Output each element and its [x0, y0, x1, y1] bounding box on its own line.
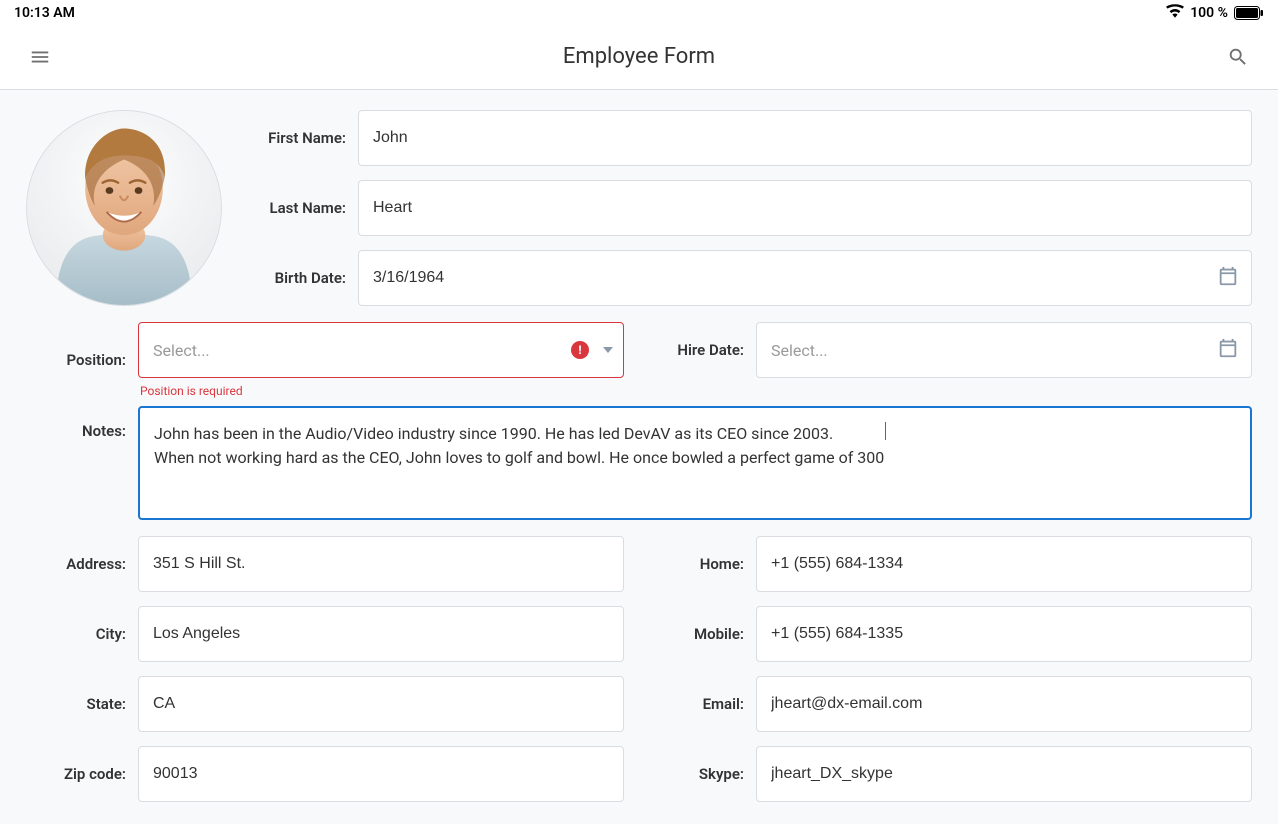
city-label: City:: [26, 625, 126, 643]
state-field[interactable]: [138, 676, 624, 732]
calendar-icon[interactable]: [1217, 337, 1239, 363]
birth-date-label: Birth Date:: [246, 269, 346, 287]
position-select[interactable]: Select... !: [138, 322, 624, 378]
address-field[interactable]: [138, 536, 624, 592]
form-page: First Name: Last Name: Birth Date:: [0, 90, 1278, 824]
email-input[interactable]: [771, 695, 1237, 713]
position-placeholder: Select...: [153, 341, 210, 360]
chevron-down-icon: [603, 347, 613, 353]
search-button[interactable]: [1220, 39, 1256, 75]
mobile-input[interactable]: [771, 625, 1237, 643]
last-name-field[interactable]: [358, 180, 1252, 236]
status-battery-pct: 100 %: [1190, 5, 1228, 21]
notes-text: John has been in the Audio/Video industr…: [154, 422, 884, 470]
zip-input[interactable]: [153, 765, 609, 783]
status-time: 10:13 AM: [14, 5, 75, 21]
first-name-label: First Name:: [246, 129, 346, 147]
last-name-input[interactable]: [373, 199, 1237, 217]
position-label: Position:: [26, 351, 126, 369]
position-error-text: Position is required: [140, 384, 624, 398]
battery-icon: [1234, 6, 1264, 20]
error-icon: !: [571, 341, 589, 359]
employee-avatar: [26, 110, 222, 306]
first-name-input[interactable]: [373, 129, 1237, 147]
state-input[interactable]: [153, 695, 609, 713]
email-field[interactable]: [756, 676, 1252, 732]
city-input[interactable]: [153, 625, 609, 643]
address-input[interactable]: [153, 555, 609, 573]
address-label: Address:: [26, 555, 126, 573]
birth-date-field[interactable]: [358, 250, 1252, 306]
hire-date-field[interactable]: Select...: [756, 322, 1252, 378]
notes-textarea[interactable]: John has been in the Audio/Video industr…: [138, 406, 1252, 520]
zip-field[interactable]: [138, 746, 624, 802]
home-field[interactable]: [756, 536, 1252, 592]
text-caret: [885, 422, 886, 440]
home-input[interactable]: [771, 555, 1237, 573]
page-title: Employee Form: [0, 44, 1278, 69]
notes-label: Notes:: [26, 406, 126, 520]
home-label: Home:: [654, 555, 744, 573]
skype-label: Skype:: [654, 765, 744, 783]
first-name-field[interactable]: [358, 110, 1252, 166]
mobile-label: Mobile:: [654, 625, 744, 643]
app-bar: Employee Form: [0, 24, 1278, 90]
menu-button[interactable]: [22, 39, 58, 75]
email-label: Email:: [654, 695, 744, 713]
skype-field[interactable]: [756, 746, 1252, 802]
state-label: State:: [26, 695, 126, 713]
wifi-icon: [1166, 4, 1184, 22]
status-bar: 10:13 AM 100 %: [0, 0, 1278, 24]
skype-input[interactable]: [771, 765, 1237, 783]
calendar-icon[interactable]: [1217, 265, 1239, 291]
zip-label: Zip code:: [26, 765, 126, 783]
last-name-label: Last Name:: [246, 199, 346, 217]
mobile-field[interactable]: [756, 606, 1252, 662]
hire-date-label: Hire Date:: [654, 341, 744, 359]
hire-date-placeholder: Select...: [771, 341, 828, 360]
city-field[interactable]: [138, 606, 624, 662]
birth-date-input[interactable]: [373, 269, 1237, 287]
